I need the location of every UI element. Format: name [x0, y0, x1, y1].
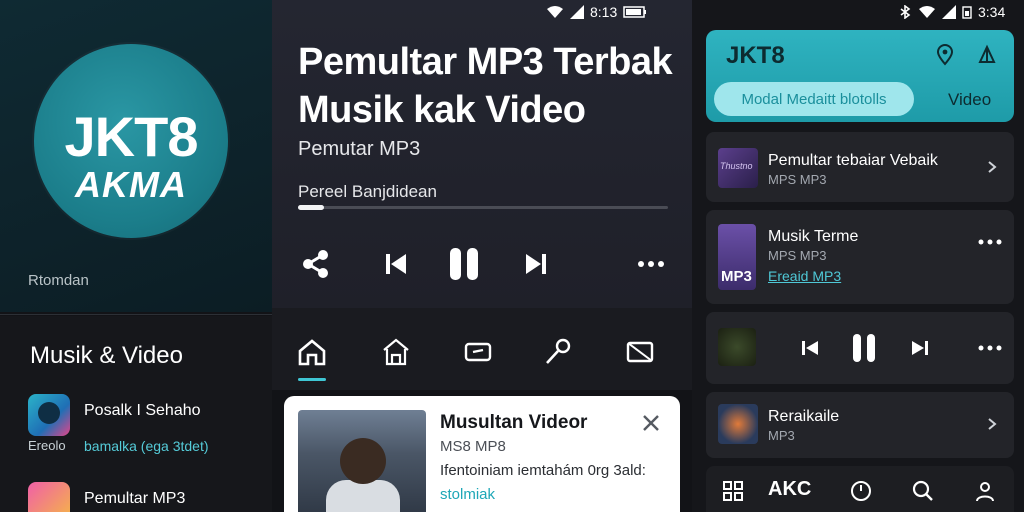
active-tab-indicator [298, 378, 326, 381]
item-thumbnail: MP3 [718, 224, 756, 290]
card-description: Ifentoiniam iemtahám 0rg 3ald: [440, 462, 646, 479]
previous-icon[interactable] [378, 240, 414, 288]
bottom-tab-bar [272, 308, 692, 390]
microphone-icon[interactable] [540, 334, 576, 370]
player-subtitle: Pemutar MP3 [298, 138, 421, 160]
status-time: 8:13 [590, 4, 618, 20]
wifi-icon [547, 6, 563, 18]
mini-player[interactable] [706, 312, 1014, 384]
bluetooth-icon [900, 5, 911, 19]
hero-caption: Rtomdan [28, 272, 89, 289]
item-title: Reraikaile [768, 408, 840, 425]
header-title: JKT8 [726, 42, 785, 69]
item-thumbnail: Thustno [718, 148, 758, 188]
card-link[interactable]: stolmiak [440, 486, 495, 503]
share-icon[interactable] [298, 240, 334, 288]
status-bar-right: 3:34 [898, 4, 1005, 20]
grid-icon[interactable] [720, 478, 746, 504]
track-link[interactable]: bamalka (ega 3tdet) [84, 438, 209, 454]
playback-controls [298, 240, 668, 288]
home-icon[interactable] [294, 334, 330, 370]
chevron-right-icon[interactable] [984, 416, 1000, 432]
track-tag: Ereolo [28, 438, 66, 453]
pause-button[interactable] [850, 332, 878, 364]
divider [0, 314, 272, 315]
list-item[interactable]: MP3 Musik Terme MPS MP3 Ereaid MP3 [706, 210, 1014, 304]
track-thumbnail [28, 482, 70, 512]
list-item[interactable]: Pemultar MP3 [26, 482, 266, 512]
app-header: JKT8 Modal Medaitt blotolls Video [706, 30, 1014, 122]
list-item[interactable]: Reraikaile MP3 [706, 392, 1014, 458]
item-subtitle: MPS MP3 [768, 248, 827, 263]
signal-icon [942, 5, 956, 19]
signal-icon [570, 5, 584, 19]
hero-panel: JKT8 AKMA Rtomdan [0, 0, 272, 312]
progress-bar[interactable] [298, 205, 668, 210]
wifi-icon [919, 6, 935, 18]
battery-icon [623, 6, 647, 18]
status-bar: 8:13 [546, 4, 647, 20]
item-subtitle: MP3 [768, 428, 795, 443]
card-title: Musultan Videor [440, 412, 588, 433]
item-thumbnail [718, 328, 756, 366]
bottom-nav: AKC [706, 466, 1014, 512]
nav-label-akc[interactable]: AKC [768, 478, 811, 501]
cast-icon[interactable] [622, 334, 658, 370]
next-icon[interactable] [910, 338, 930, 358]
search-icon[interactable] [910, 478, 936, 504]
previous-icon[interactable] [800, 338, 820, 358]
next-icon[interactable] [518, 240, 554, 288]
app-logo: JKT8 AKMA [34, 44, 228, 238]
logo-text-main: JKT8 [64, 105, 199, 168]
profile-icon[interactable] [972, 478, 998, 504]
more-options-icon[interactable] [978, 238, 1002, 246]
app-screenshot: JKT8 AKMA Rtomdan Musik & Video Posalk I… [0, 0, 1024, 512]
battery-icon [962, 6, 972, 19]
track-thumbnail [28, 394, 70, 436]
track-title: Posalk I Sehaho [84, 402, 201, 419]
chevron-right-icon[interactable] [984, 159, 1000, 175]
library-icon[interactable] [378, 334, 414, 370]
video-card[interactable]: Musultan Videor MS8 MP8 Ifentoiniam iemt… [284, 396, 680, 512]
item-thumbnail [718, 404, 758, 444]
location-icon[interactable] [934, 44, 956, 66]
section-title: Musik & Video [30, 342, 183, 369]
now-playing-panel: Pemultar MP3 Terbak Musik kak Video Pemu… [272, 0, 692, 308]
status-time: 3:34 [978, 4, 1006, 20]
video-thumbnail [298, 410, 426, 512]
track-title: Pemultar MP3 [84, 490, 186, 507]
notification-icon[interactable] [976, 44, 998, 66]
close-icon[interactable] [638, 410, 664, 436]
item-title: Musik Terme [768, 228, 859, 245]
item-subtitle: MPS MP3 [768, 172, 827, 187]
more-options-icon[interactable] [978, 344, 1002, 352]
clock-icon[interactable] [848, 478, 874, 504]
item-title: Pemultar tebaiar Vebaik [768, 152, 938, 169]
video-icon[interactable] [460, 334, 496, 370]
more-options-icon[interactable] [634, 240, 668, 288]
player-artist: Pereel Banjdidean [298, 182, 437, 201]
item-link[interactable]: Ereaid MP3 [768, 268, 841, 284]
progress-fill [298, 205, 324, 210]
list-item[interactable]: Posalk I Sehaho Ereolo bamalka (ega 3tde… [26, 394, 266, 454]
list-item[interactable]: Thustno Pemultar tebaiar Vebaik MPS MP3 [706, 132, 1014, 202]
card-subtitle: MS8 MP8 [440, 438, 506, 455]
player-title: Pemultar MP3 Terbak Musik kak Video [298, 41, 673, 131]
music-video-section: Musik & Video Posalk I Sehaho Ereolo bam… [0, 316, 272, 512]
video-tab[interactable]: Video [948, 90, 991, 110]
pause-button[interactable] [442, 240, 486, 288]
logo-text-sub: AKMA [75, 164, 187, 205]
filter-pill[interactable]: Modal Medaitt blotolls [714, 82, 914, 116]
